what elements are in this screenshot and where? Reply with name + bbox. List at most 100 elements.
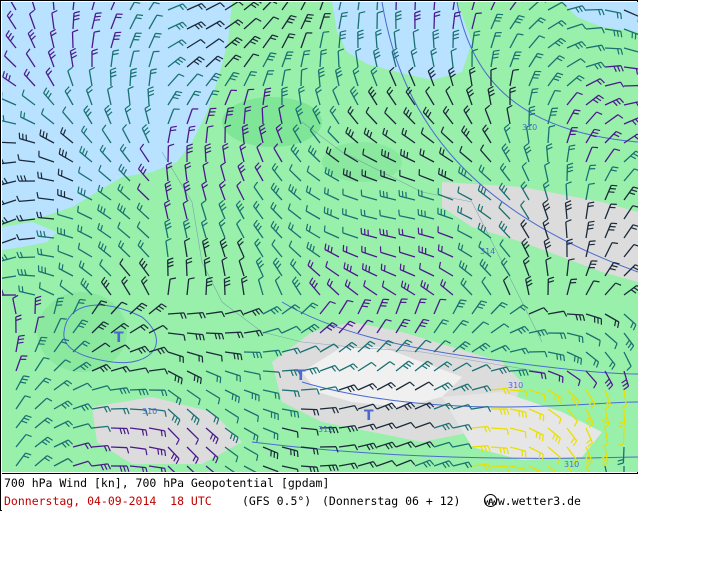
wind-barb-feather — [365, 300, 371, 301]
wind-barb-feather — [522, 411, 523, 417]
wind-barb-feather — [513, 70, 519, 71]
wind-barb — [301, 70, 302, 86]
wind-barb-feather — [364, 210, 365, 216]
wind-barb-feather — [232, 394, 233, 400]
wind-barb-feather — [361, 209, 362, 215]
wind-barb-feather — [543, 435, 544, 441]
wind-barb-feather — [58, 169, 59, 175]
wind-map: 310314310312310310 TTT — [2, 2, 638, 472]
wind-barb-feather — [328, 208, 329, 214]
map-caption: 700 hPa Wind [kn], 700 hPa Geopotential … — [2, 473, 638, 512]
wind-barb — [111, 447, 127, 448]
contour-label: 312 — [318, 425, 333, 434]
wind-barb-feather — [62, 170, 63, 176]
land-patch — [222, 97, 322, 147]
wind-barb-feather — [197, 377, 198, 383]
wind-barb-feather — [78, 206, 79, 212]
wind-barb-feather — [134, 51, 140, 52]
wind-barb — [586, 10, 602, 11]
wind-barb-feather — [227, 111, 233, 112]
wind-barb-feather — [362, 306, 368, 307]
wind-barb-feather — [532, 92, 538, 93]
wind-barb-feather — [519, 411, 520, 417]
wind-barb-feather — [41, 337, 47, 338]
wind-barb-feather — [260, 374, 261, 380]
wind-barb-feather — [407, 152, 408, 158]
wind-barb-feather — [388, 152, 389, 158]
wind-barb-feather — [291, 411, 292, 417]
wind-barb-feather — [57, 301, 63, 302]
wind-barb-feather — [306, 18, 312, 19]
wind-barb-feather — [80, 300, 86, 301]
wind-barb-feather — [442, 246, 443, 252]
wind-barb-feather — [304, 51, 310, 52]
wind-barb — [206, 333, 222, 334]
wind-barb-feather — [555, 91, 561, 92]
wind-barb-feather — [387, 230, 388, 236]
wind-barb-feather — [305, 21, 311, 22]
wind-barb-feather — [94, 20, 100, 21]
wind-barb-feather — [217, 376, 218, 382]
wind-barb-feather — [399, 210, 400, 216]
wind-barb-feather — [137, 15, 143, 16]
wind-barb-feather — [38, 172, 39, 178]
wind-barb-feather — [95, 16, 101, 17]
wind-barb-feather — [328, 189, 329, 195]
wind-barb-feather — [533, 78, 539, 79]
wind-barb-feather — [19, 286, 20, 292]
wind-barb — [205, 146, 206, 162]
wind-barb-feather — [385, 265, 386, 271]
wind-barb-feather — [222, 356, 223, 362]
wind-barb-feather — [331, 210, 332, 216]
wind-barb-feather — [380, 229, 381, 235]
wind-barb-feather — [564, 355, 565, 361]
wind-barb — [130, 389, 146, 390]
wind-barb-feather — [574, 356, 575, 362]
wind-barb-feather — [22, 286, 23, 292]
wind-barb — [415, 2, 416, 10]
map-title: 700 hPa Wind [kn], 700 hPa Geopotential … — [4, 476, 329, 490]
wind-barb-feather — [494, 21, 500, 22]
wind-barb-feather — [220, 377, 221, 383]
wind-barb-feather — [380, 190, 381, 196]
wind-barb-feather — [58, 298, 64, 299]
wind-barb-feather — [251, 72, 257, 73]
wind-barb-feather — [387, 192, 388, 198]
wind-barb-feather — [611, 185, 617, 186]
wind-barb-feather — [158, 449, 159, 455]
wind-barb-feather — [439, 168, 440, 174]
map-canvas: 310314310312310310 TTT — [2, 2, 638, 472]
wind-barb-feather — [341, 16, 347, 17]
wind-barb-feather — [19, 335, 25, 336]
wind-barb — [624, 428, 625, 444]
wind-barb-feather — [440, 299, 446, 300]
low-pressure-marker: T — [114, 330, 124, 346]
wind-barb-feather — [526, 412, 527, 418]
wind-barb-feather — [458, 206, 459, 212]
wind-barb-feather — [590, 241, 596, 242]
copyright-link[interactable]: www.wetter3.de — [484, 494, 581, 508]
wind-barb-feather — [170, 130, 176, 131]
wind-barb-feather — [610, 189, 616, 190]
wind-barb — [111, 428, 127, 429]
wind-barb-feather — [324, 226, 325, 232]
wind-barb-feather — [399, 190, 400, 196]
wind-barb-feather — [532, 89, 538, 90]
wind-barb-feather — [250, 75, 256, 76]
wind-barb — [206, 279, 207, 295]
wind-barb-feather — [406, 192, 407, 198]
wind-barb-feather — [201, 378, 202, 384]
wind-barb-feather — [161, 430, 162, 436]
wind-barb-feather — [165, 450, 166, 456]
wind-barb-feather — [194, 375, 195, 381]
wind-barb-feather — [21, 111, 22, 117]
wind-barb-feather — [581, 359, 582, 365]
wind-barb-feather — [350, 171, 351, 177]
wind-barb-feather — [325, 187, 326, 193]
wind-barb-feather — [534, 75, 540, 76]
contour-label: 310 — [564, 460, 579, 469]
wind-barb-feather — [540, 471, 541, 472]
wind-barb — [111, 70, 112, 86]
wind-barb — [396, 2, 397, 10]
wind-barb-feather — [438, 244, 439, 250]
